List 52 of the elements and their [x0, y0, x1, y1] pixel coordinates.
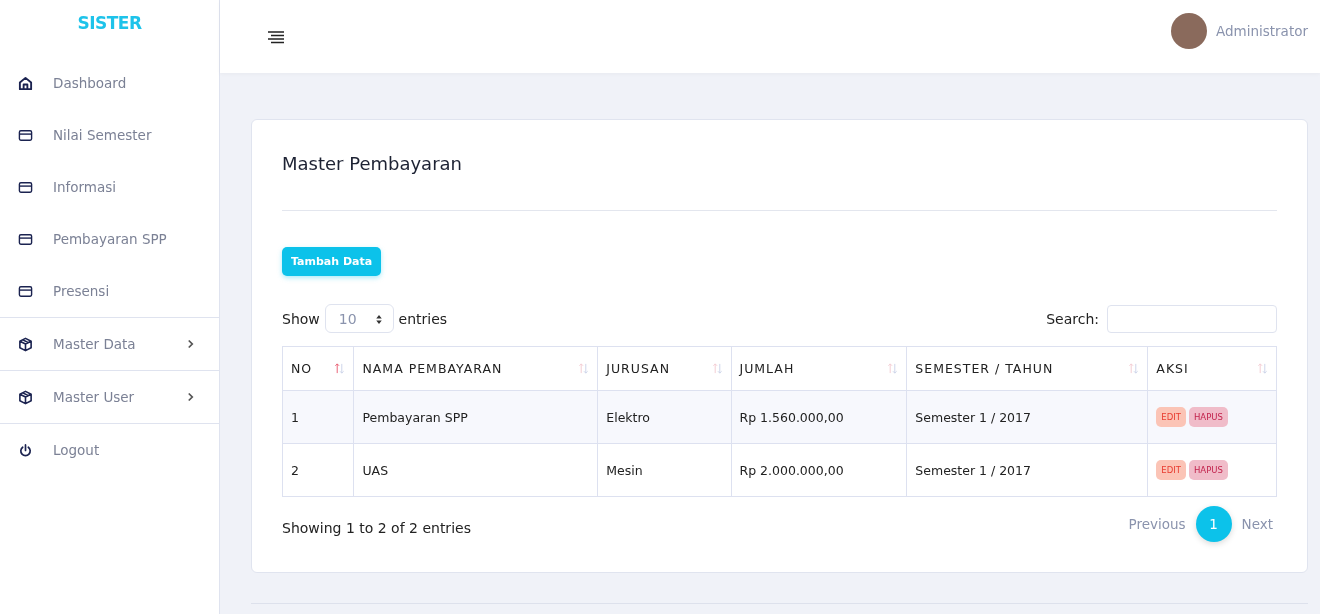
- card-title: Master Pembayaran: [282, 153, 463, 174]
- entries-info: Showing 1 to 2 of 2 entries: [282, 520, 471, 536]
- menu-icon[interactable]: [267, 29, 285, 44]
- column-header[interactable]: NAMA PEMBAYARAN: [353, 346, 598, 391]
- table-cell: Semester 1 / 2017: [906, 390, 1148, 444]
- column-header[interactable]: JUMLAH: [731, 346, 907, 391]
- table-cell: Semester 1 / 2017: [906, 443, 1148, 497]
- avatar[interactable]: [1170, 12, 1207, 49]
- column-header[interactable]: SEMESTER / TAHUN: [906, 346, 1148, 391]
- entries-label: entries: [398, 310, 448, 327]
- table-cell: 2: [282, 443, 354, 497]
- sidebar-item[interactable]: Nilai Semester: [0, 109, 219, 161]
- delete-button[interactable]: HAPUS: [1188, 407, 1228, 427]
- up-down-caret-icon: [374, 313, 383, 325]
- sidebar-item[interactable]: Master Data: [0, 317, 219, 370]
- home-icon: [18, 75, 33, 91]
- table-cell: UAS: [353, 443, 598, 497]
- table-cell: Elektro: [597, 390, 731, 444]
- card-icon: [18, 179, 33, 195]
- delete-button[interactable]: HAPUS: [1188, 460, 1228, 480]
- card-icon: [18, 283, 33, 299]
- sidebar-item[interactable]: Informasi: [0, 161, 219, 213]
- cube-icon: [18, 389, 33, 405]
- table-cell: Rp 1.560.000,00: [731, 390, 907, 444]
- next-link[interactable]: Next: [1237, 516, 1277, 532]
- previous-link[interactable]: Previous: [1124, 516, 1190, 532]
- add-data-button[interactable]: Tambah Data: [282, 247, 382, 276]
- entries-select[interactable]: 10: [324, 304, 394, 333]
- show-label: Show: [282, 310, 320, 327]
- column-header[interactable]: NO: [282, 346, 354, 391]
- table-cell: Mesin: [597, 443, 731, 497]
- sidebar-item[interactable]: Pembayaran SPP: [0, 213, 219, 265]
- table-cell: Rp 2.000.000,00: [731, 443, 907, 497]
- search-field[interactable]: [1107, 304, 1277, 333]
- column-header[interactable]: JURUSAN: [597, 346, 731, 391]
- table-cell: 1: [282, 390, 354, 444]
- brand-logo[interactable]: SISTER: [0, 0, 219, 57]
- column-header[interactable]: AKSI: [1147, 346, 1277, 391]
- sidebar-item[interactable]: Presensi: [0, 265, 219, 317]
- table-cell: Pembayaran SPP: [353, 390, 598, 444]
- sidebar-item[interactable]: Dashboard: [0, 57, 219, 109]
- cube-icon: [18, 336, 33, 352]
- card-icon: [18, 127, 33, 143]
- search-label: Search:: [1046, 310, 1099, 327]
- edit-button[interactable]: EDIT: [1156, 407, 1186, 427]
- card-icon: [18, 231, 33, 247]
- sidebar-item[interactable]: Logout: [0, 423, 219, 476]
- page-button[interactable]: 1: [1195, 506, 1232, 542]
- power-icon: [18, 442, 33, 458]
- edit-button[interactable]: EDIT: [1156, 460, 1186, 480]
- sidebar-item[interactable]: Master User: [0, 370, 219, 423]
- user-name[interactable]: Administrator: [1215, 22, 1308, 39]
